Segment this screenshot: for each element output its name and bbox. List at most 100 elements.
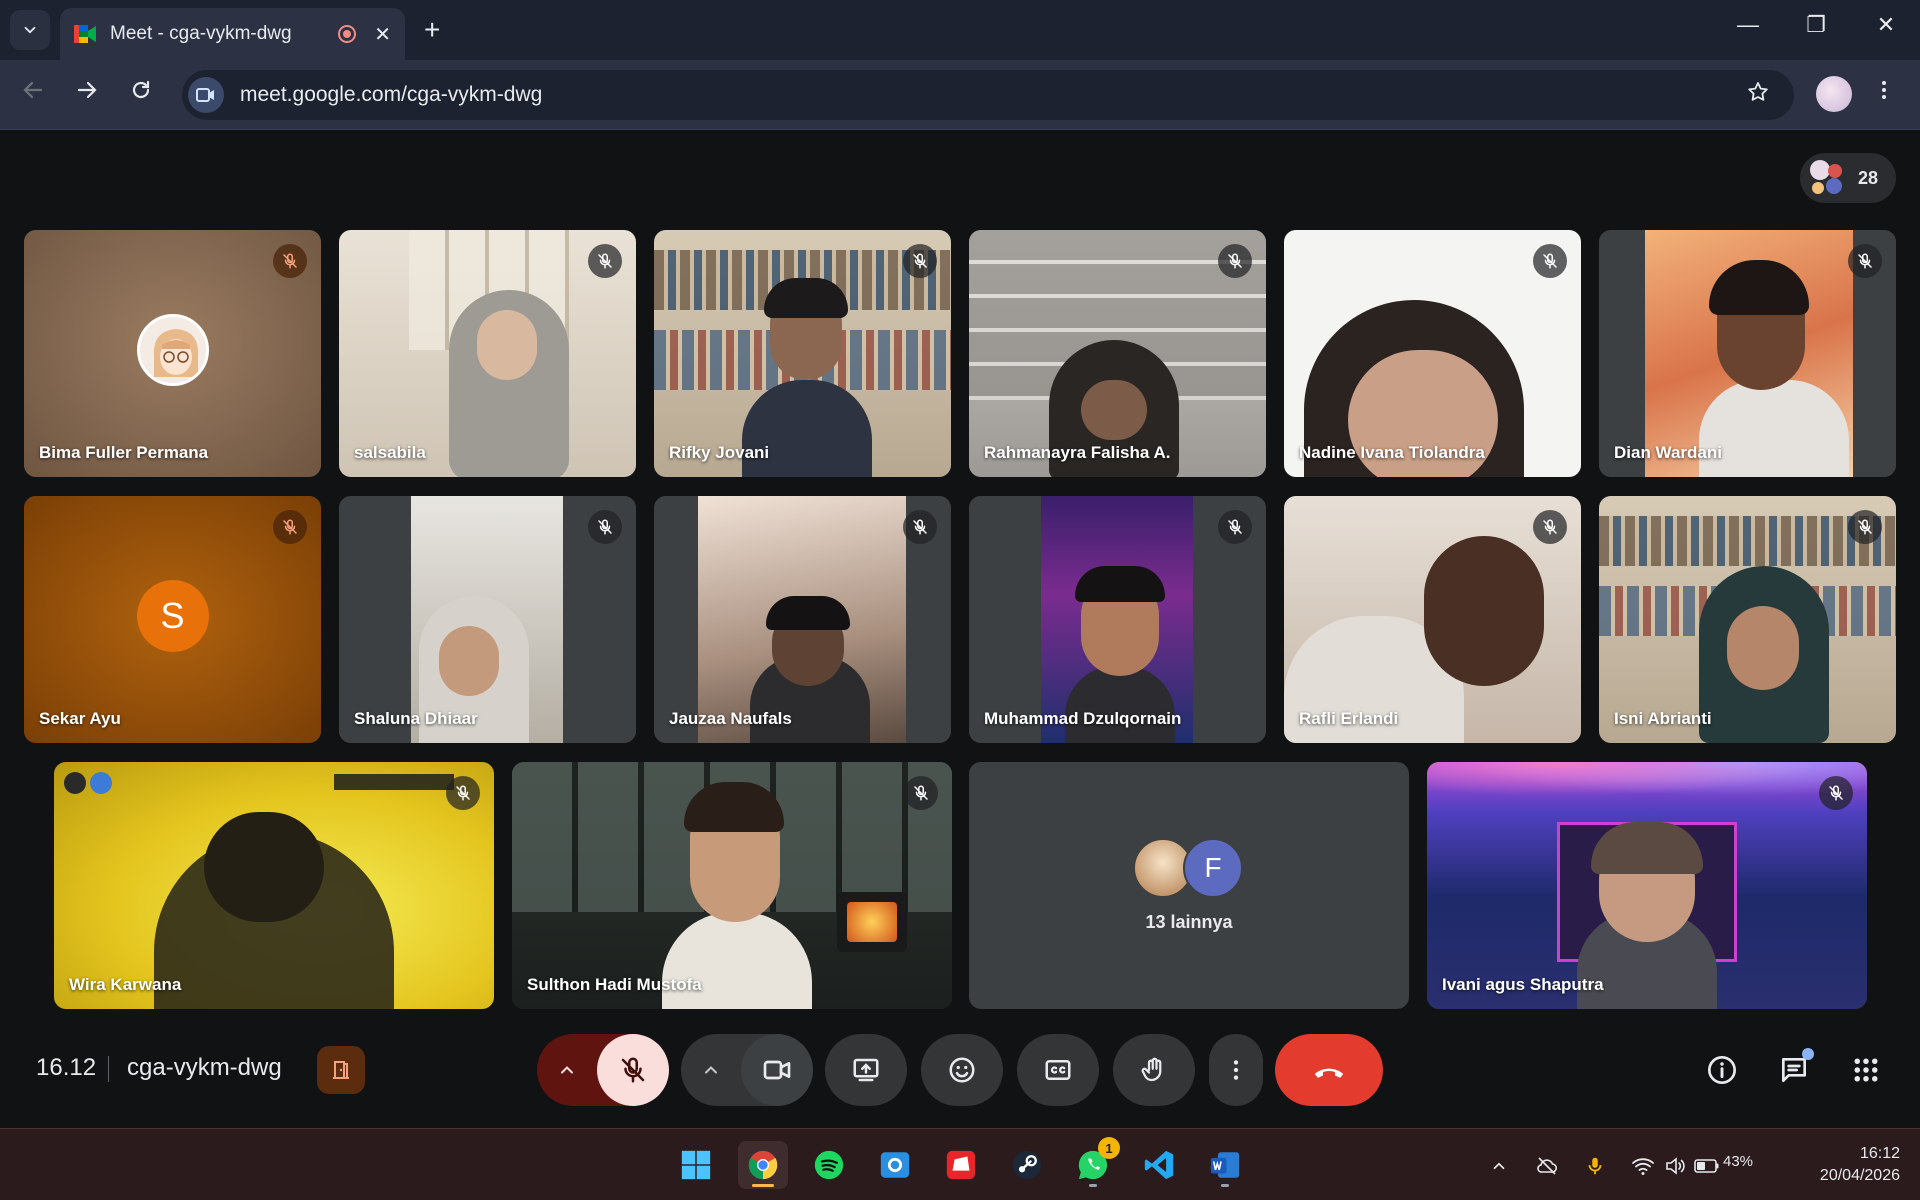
participant-name: Bima Fuller Permana xyxy=(39,443,209,462)
mic-off-icon xyxy=(621,1057,645,1083)
camera-toggle-button[interactable] xyxy=(741,1034,813,1106)
taskbar-photos[interactable] xyxy=(870,1141,920,1189)
raise-hand-button[interactable] xyxy=(1113,1034,1195,1106)
participant-tile[interactable]: Rafli Erlandi xyxy=(1284,496,1581,743)
present-screen-button[interactable] xyxy=(825,1034,907,1106)
avatar: S xyxy=(136,579,209,652)
reactions-button[interactable] xyxy=(921,1034,1003,1106)
address-bar[interactable]: meet.google.com/cga-vykm-dwg xyxy=(182,70,1794,120)
activities-button[interactable] xyxy=(1848,1052,1884,1088)
participant-tile[interactable]: Bima Fuller Permana xyxy=(24,230,321,477)
muted-mic-icon xyxy=(588,244,622,278)
chat-button[interactable] xyxy=(1776,1048,1814,1088)
more-vertical-icon xyxy=(1233,1060,1239,1080)
muted-mic-icon xyxy=(903,244,937,278)
participant-tile[interactable]: Isni Abrianti xyxy=(1599,496,1896,743)
muted-mic-icon xyxy=(273,244,307,278)
restore-window-button[interactable]: ❐ xyxy=(1796,12,1836,38)
steam-icon xyxy=(1012,1150,1042,1180)
participant-name: salsabila xyxy=(354,443,426,462)
host-controls-button[interactable] xyxy=(317,1046,365,1094)
system-date: 20/04/2026 xyxy=(1819,1167,1900,1184)
system-clock[interactable]: 16:12 20/04/2026 xyxy=(1800,1143,1900,1187)
show-hidden-icons-button[interactable] xyxy=(1486,1153,1512,1179)
microphone-toggle-button[interactable] xyxy=(597,1034,669,1106)
participant-tile[interactable]: Muhammad Dzulqornain xyxy=(969,496,1266,743)
browser-tab-bar: Meet - cga-vykm-dwg ✕ + — ❐ ✕ xyxy=(0,0,1920,60)
chevron-up-icon xyxy=(561,1066,573,1074)
participant-name: Sulthon Hadi Mustofa xyxy=(527,975,702,994)
door-icon xyxy=(333,1061,349,1079)
volume-tray-icon[interactable] xyxy=(1662,1153,1688,1179)
network-tray-icon[interactable] xyxy=(1630,1153,1656,1179)
taskbar-word[interactable] xyxy=(1200,1141,1250,1189)
close-tab-button[interactable]: ✕ xyxy=(374,22,391,47)
participant-name: Ivani agus Shaputra xyxy=(1442,975,1604,994)
participant-tile[interactable]: Shaluna Dhiaar xyxy=(339,496,636,743)
muted-mic-icon xyxy=(1848,244,1882,278)
spotify-icon xyxy=(814,1150,844,1180)
profile-avatar[interactable] xyxy=(1816,76,1852,112)
muted-mic-icon xyxy=(904,776,938,810)
site-info-icon[interactable] xyxy=(188,77,224,113)
camera-group xyxy=(681,1034,813,1106)
bookmark-star-icon[interactable] xyxy=(1746,80,1770,111)
participant-tile[interactable]: Ivani agus Shaputra xyxy=(1427,762,1867,1009)
chevron-up-icon xyxy=(1493,1162,1505,1170)
participant-tile[interactable]: Nadine Ivana Tiolandra xyxy=(1284,230,1581,477)
reload-button[interactable] xyxy=(124,78,158,109)
camera-icon xyxy=(763,1060,791,1080)
taskbar-steam[interactable] xyxy=(1002,1141,1052,1189)
taskbar-whatsapp[interactable]: 1 xyxy=(1068,1137,1120,1189)
microphone-in-use-tray-icon[interactable] xyxy=(1582,1153,1608,1179)
others-tile[interactable]: F 13 lainnya xyxy=(969,762,1409,1009)
participant-name: Jauzaa Naufals xyxy=(669,709,792,728)
taskbar-riot-client[interactable] xyxy=(936,1141,986,1189)
running-indicator xyxy=(1221,1184,1229,1187)
unread-dot xyxy=(1802,1048,1814,1060)
url-text[interactable]: meet.google.com/cga-vykm-dwg xyxy=(240,83,1746,107)
riot-icon xyxy=(946,1150,976,1180)
battery-tray-icon[interactable] xyxy=(1694,1153,1720,1179)
participant-name: Wira Karwana xyxy=(69,975,182,994)
participant-tile[interactable]: Jauzaa Naufals xyxy=(654,496,951,743)
forward-button[interactable] xyxy=(70,78,104,109)
leave-call-button[interactable] xyxy=(1275,1034,1383,1106)
meeting-info-button[interactable] xyxy=(1704,1052,1740,1088)
participant-name: Shaluna Dhiaar xyxy=(354,709,478,728)
windows-taskbar: 1 43% 16:12 20/04/2026 xyxy=(0,1128,1920,1200)
video-options-button[interactable] xyxy=(681,1034,741,1106)
participant-tile[interactable]: salsabila xyxy=(339,230,636,477)
participant-tile[interactable]: Wira Karwana xyxy=(54,762,494,1009)
taskbar-chrome[interactable] xyxy=(738,1141,788,1189)
new-tab-button[interactable]: + xyxy=(424,14,440,46)
participants-avatars xyxy=(1810,160,1846,196)
start-button[interactable] xyxy=(671,1141,721,1189)
audio-options-button[interactable] xyxy=(537,1034,597,1106)
cloud-sync-tray-icon[interactable] xyxy=(1534,1153,1560,1179)
muted-mic-icon xyxy=(588,510,622,544)
captions-button[interactable] xyxy=(1017,1034,1099,1106)
more-vertical-icon xyxy=(1882,81,1886,99)
more-options-button[interactable] xyxy=(1209,1034,1263,1106)
browser-tab-meet[interactable]: Meet - cga-vykm-dwg ✕ xyxy=(60,8,405,60)
back-button[interactable] xyxy=(16,78,50,109)
participant-tile[interactable]: S Sekar Ayu xyxy=(24,496,321,743)
muted-mic-icon xyxy=(903,510,937,544)
minimize-window-button[interactable]: — xyxy=(1728,12,1768,38)
tab-search-button[interactable] xyxy=(10,10,50,50)
system-time: 16:12 xyxy=(1859,1145,1900,1162)
participant-tile[interactable]: Rahmanayra Falisha A. xyxy=(969,230,1266,477)
browser-menu-button[interactable] xyxy=(1872,78,1896,109)
mic-icon xyxy=(1588,1157,1602,1175)
word-icon xyxy=(1210,1152,1240,1178)
emoji-icon xyxy=(949,1057,975,1083)
meeting-code: cga-vykm-dwg xyxy=(127,1054,282,1081)
participant-tile[interactable]: Sulthon Hadi Mustofa xyxy=(512,762,952,1009)
taskbar-spotify[interactable] xyxy=(804,1141,854,1189)
taskbar-vscode[interactable] xyxy=(1134,1141,1184,1189)
close-window-button[interactable]: ✕ xyxy=(1866,12,1906,38)
participants-chip[interactable]: 28 xyxy=(1800,153,1896,203)
participant-tile[interactable]: Rifky Jovani xyxy=(654,230,951,477)
participant-tile[interactable]: Dian Wardani xyxy=(1599,230,1896,477)
